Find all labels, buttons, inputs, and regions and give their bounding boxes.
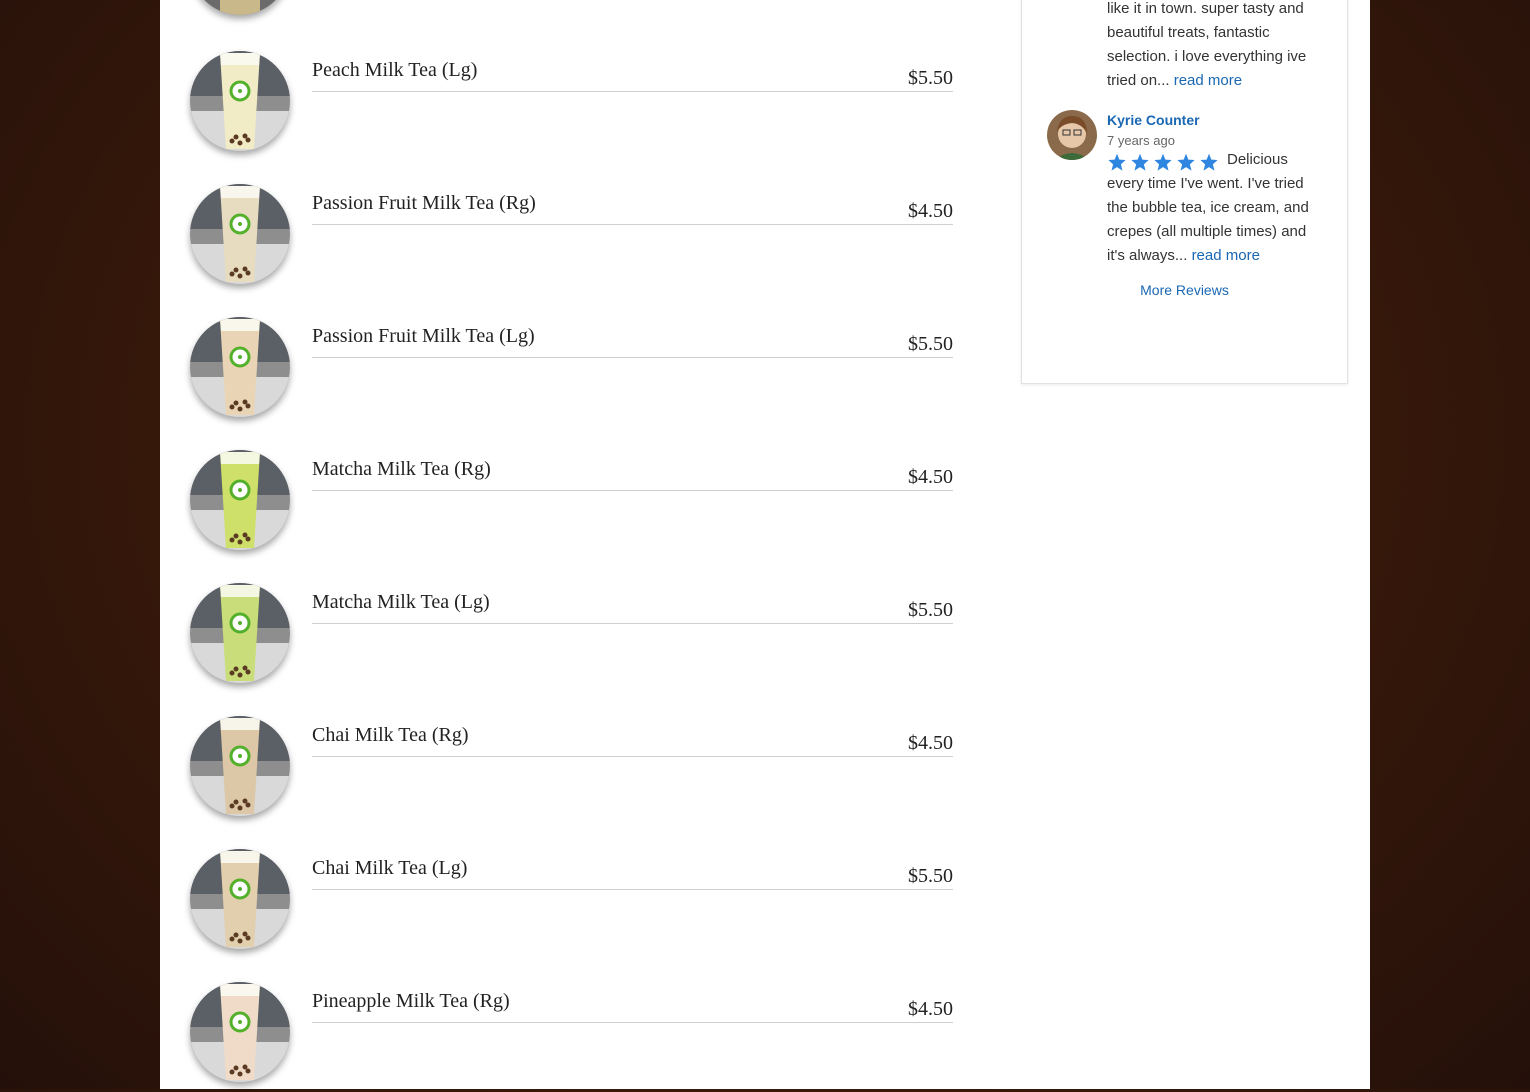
reviews-panel: like it in town. super tasty and beautif…: [1021, 0, 1348, 384]
menu-item-name[interactable]: Matcha Milk Tea (Rg): [312, 458, 491, 481]
menu-item[interactable]: Chai Milk Tea (Lg) $5.50: [190, 849, 956, 959]
review-text: Delicious every time I've went. I've tri…: [1107, 148, 1322, 268]
menu-item[interactable]: Chai Milk Tea (Rg) $4.50: [190, 716, 956, 826]
read-more-link[interactable]: read more: [1192, 247, 1260, 264]
menu-item-price: $4.50: [908, 466, 953, 488]
menu-item-image[interactable]: [190, 51, 290, 151]
menu-item-image[interactable]: [190, 716, 290, 816]
read-more-link[interactable]: read more: [1174, 72, 1242, 89]
reviewer-name[interactable]: Kyrie Counter: [1107, 112, 1200, 128]
menu-item-image[interactable]: [190, 583, 290, 683]
menu-item[interactable]: Matcha Milk Tea (Lg) $5.50: [190, 583, 956, 693]
menu-item-name[interactable]: Matcha Milk Tea (Lg): [312, 591, 490, 614]
menu-item-price: $5.50: [908, 599, 953, 621]
divider: [312, 889, 953, 890]
menu-item-name[interactable]: Pineapple Milk Tea (Rg): [312, 990, 510, 1013]
page-content: Peach Milk Tea (Lg) $5.50 Passion Fruit …: [160, 0, 1370, 1089]
divider: [312, 91, 953, 92]
menu-item-image[interactable]: [190, 184, 290, 284]
more-reviews-link[interactable]: More Reviews: [1022, 282, 1347, 298]
menu-item-price: $5.50: [908, 333, 953, 355]
menu-item[interactable]: Passion Fruit Milk Tea (Lg) $5.50: [190, 317, 956, 427]
menu-item[interactable]: Peach Milk Tea (Lg) $5.50: [190, 51, 956, 161]
menu-item-name[interactable]: Peach Milk Tea (Lg): [312, 59, 477, 82]
menu-item-name[interactable]: Passion Fruit Milk Tea (Rg): [312, 192, 536, 215]
menu-item-price: $4.50: [908, 998, 953, 1020]
previous-review-text: like it in town. super tasty and beautif…: [1107, 0, 1322, 93]
divider: [312, 756, 953, 757]
divider: [312, 1022, 953, 1023]
menu-item-image[interactable]: [190, 317, 290, 417]
menu-item-name[interactable]: Chai Milk Tea (Lg): [312, 857, 467, 880]
review-date: 7 years ago: [1107, 133, 1175, 148]
divider: [312, 490, 953, 491]
avatar: [1047, 110, 1097, 160]
menu-item-image[interactable]: [190, 982, 290, 1082]
menu-item-image-partial[interactable]: [190, 0, 290, 15]
menu-item-name[interactable]: Passion Fruit Milk Tea (Lg): [312, 325, 535, 348]
menu-item-image[interactable]: [190, 849, 290, 949]
menu-item-price: $4.50: [908, 732, 953, 754]
menu-item-price: $4.50: [908, 200, 953, 222]
divider: [312, 357, 953, 358]
menu-item-price: $5.50: [908, 67, 953, 89]
menu-item[interactable]: Passion Fruit Milk Tea (Rg) $4.50: [190, 184, 956, 294]
menu-item[interactable]: Matcha Milk Tea (Rg) $4.50: [190, 450, 956, 560]
divider: [312, 224, 953, 225]
menu-item-name[interactable]: Chai Milk Tea (Rg): [312, 724, 469, 747]
menu-item-price: $5.50: [908, 865, 953, 887]
divider: [312, 623, 953, 624]
menu-item-image[interactable]: [190, 450, 290, 550]
menu-item[interactable]: Pineapple Milk Tea (Rg) $4.50: [190, 982, 956, 1092]
